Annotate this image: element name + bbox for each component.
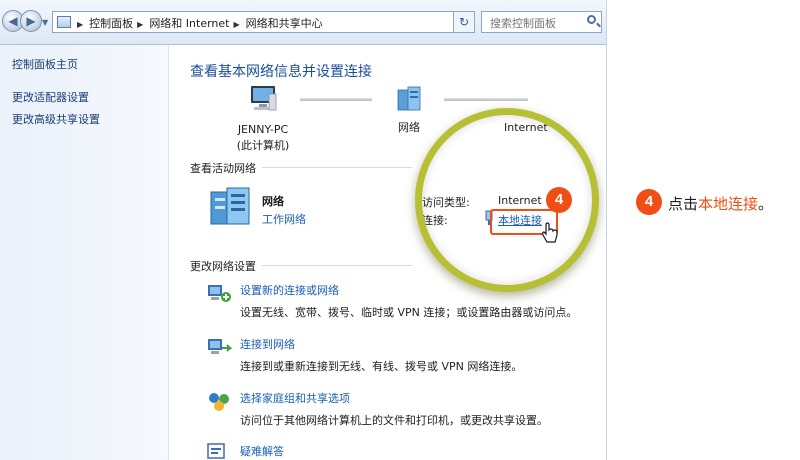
refresh-icon[interactable]: ↻: [453, 11, 475, 33]
network-type-link[interactable]: 工作网络: [262, 211, 306, 227]
sidebar-item-change-adapter-settings[interactable]: 更改适配器设置: [12, 89, 89, 105]
access-type-label: 访问类型:: [422, 196, 470, 209]
active-network-name: 网络: [262, 195, 284, 208]
internet-label: Internet: [504, 121, 548, 134]
breadcrumb-item-control-panel[interactable]: 控制面板: [89, 17, 133, 30]
sidebar: 控制面板主页 更改适配器设置 更改高级共享设置: [0, 45, 169, 460]
instruction-prefix: 点击: [668, 195, 699, 213]
connect-network-icon: [208, 339, 232, 354]
chevron-right-icon[interactable]: ▶: [77, 20, 83, 29]
section-divider: [262, 265, 412, 266]
search-icon[interactable]: [587, 15, 596, 24]
control-panel-icon: [57, 16, 71, 28]
map-node-this-pc[interactable]: JENNY-PC (此计算机): [228, 84, 298, 153]
map-connection-line: [300, 98, 372, 101]
connect-network-link[interactable]: 连接到网络: [240, 338, 295, 351]
active-networks-heading: 查看活动网络: [190, 162, 256, 175]
breadcrumb[interactable]: ▶控制面板▶网络和 Internet▶网络和共享中心 ▼: [52, 11, 474, 33]
map-connection-line: [444, 98, 528, 101]
task-description: 设置无线、宽带、拨号、临时或 VPN 连接；或设置路由器或访问点。: [240, 306, 578, 319]
breadcrumb-item-network-sharing-center[interactable]: 网络和共享中心: [246, 17, 323, 30]
instruction-step-badge: 4: [636, 189, 662, 215]
network-label: 网络: [398, 121, 420, 134]
instruction-text: 点击本地连接。: [668, 193, 773, 214]
task-description: 访问位于其他网络计算机上的文件和打印机，或更改共享设置。: [240, 414, 548, 427]
network-icon: [397, 86, 421, 111]
section-divider: [262, 167, 412, 168]
hand-cursor-icon: [542, 222, 558, 243]
forward-icon[interactable]: ▶: [20, 10, 42, 32]
instruction-suffix: 。: [758, 195, 774, 213]
change-settings-heading: 更改网络设置: [190, 260, 256, 273]
search-box[interactable]: [481, 11, 602, 33]
sidebar-item-control-panel-home[interactable]: 控制面板主页: [12, 56, 78, 72]
task-description: 连接到或重新连接到无线、有线、拨号或 VPN 网络连接。: [240, 360, 523, 373]
computer-icon: [251, 86, 277, 111]
page-title: 查看基本网络信息并设置连接: [190, 64, 372, 80]
homegroup-link[interactable]: 选择家庭组和共享选项: [240, 392, 350, 405]
control-panel-window: ◀ ▶ ▼ ▶控制面板▶网络和 Internet▶网络和共享中心 ▼ ↻ 控制面…: [0, 0, 607, 460]
globe-icon: [542, 108, 574, 117]
task-homegroup: 选择家庭组和共享选项 访问位于其他网络计算机上的文件和打印机，或更改共享设置。: [240, 390, 548, 428]
task-connect-network: 连接到网络 连接到或重新连接到无线、有线、拨号或 VPN 网络连接。: [240, 336, 522, 374]
search-input[interactable]: [488, 13, 588, 33]
chevron-right-icon[interactable]: ▶: [137, 20, 143, 29]
access-type-value: Internet: [498, 194, 542, 207]
new-connection-icon: [208, 285, 231, 302]
homegroup-icon: [209, 393, 229, 411]
step-badge: 4: [546, 187, 572, 213]
breadcrumb-item-network-internet[interactable]: 网络和 Internet: [149, 17, 229, 30]
network-building-icon: [210, 187, 250, 225]
map-node-network[interactable]: 网络: [384, 84, 434, 135]
pc-name-label: JENNY-PC: [237, 123, 289, 136]
address-bar: ◀ ▶ ▼ ▶控制面板▶网络和 Internet▶网络和共享中心 ▼ ↻: [0, 0, 606, 45]
pc-sub-label: (此计算机): [236, 139, 290, 152]
recent-pages-dropdown-icon[interactable]: ▼: [42, 18, 48, 27]
sidebar-item-change-advanced-sharing[interactable]: 更改高级共享设置: [12, 111, 100, 127]
connection-label: 连接:: [422, 214, 448, 227]
troubleshoot-icon: [207, 443, 225, 459]
task-troubleshoot: 疑难解答: [240, 443, 284, 459]
instruction-highlight: 本地连接: [698, 195, 759, 213]
setup-connection-link[interactable]: 设置新的连接或网络: [240, 284, 339, 297]
troubleshoot-link[interactable]: 疑难解答: [240, 445, 284, 458]
chevron-right-icon[interactable]: ▶: [234, 20, 240, 29]
